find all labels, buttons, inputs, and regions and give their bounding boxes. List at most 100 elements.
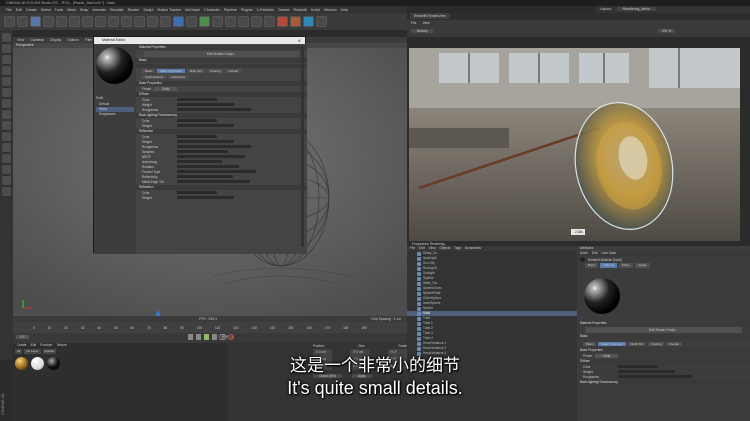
matmgr-tab[interactable]: All	[15, 349, 23, 354]
matmgr-menu-create[interactable]: Create	[17, 343, 27, 348]
objmgr-menu-file[interactable]: File	[410, 246, 415, 251]
render-picture-icon[interactable]	[147, 16, 158, 27]
model-mode-icon[interactable]	[2, 44, 11, 53]
snap-icon[interactable]	[2, 132, 11, 141]
attr-tab[interactable]: Basic	[585, 263, 599, 268]
attr-material-tab[interactable]: Multi (GI)	[627, 342, 647, 346]
polygons-mode-icon[interactable]	[2, 99, 11, 108]
refraction-slider[interactable]	[177, 191, 217, 194]
menu-item-create[interactable]: Create	[26, 8, 37, 12]
close-icon[interactable]: ✕	[298, 38, 301, 43]
soft-selection-icon[interactable]	[2, 187, 11, 196]
material-editor-channel[interactable]: Sunglasses	[96, 112, 134, 117]
diffuse-slider[interactable]	[177, 108, 251, 111]
menu-item-script[interactable]: Script	[311, 8, 320, 12]
reflection-slider[interactable]	[177, 135, 217, 138]
scale-icon[interactable]	[56, 16, 67, 27]
prev-frame-icon[interactable]	[196, 334, 201, 340]
select-icon[interactable]	[30, 16, 41, 27]
edges-mode-icon[interactable]	[2, 88, 11, 97]
attr-material-tab[interactable]: Base Properties	[598, 342, 626, 346]
reflection-slider[interactable]	[177, 150, 228, 153]
preset-select[interactable]: Solid	[154, 86, 178, 91]
back-lighting-slider[interactable]	[177, 119, 217, 122]
frame-start-field[interactable]: 0 F	[16, 335, 29, 339]
array-icon[interactable]	[212, 16, 223, 27]
texture-mode-icon[interactable]	[2, 55, 11, 64]
undo-icon[interactable]	[4, 16, 15, 27]
render-view-icon[interactable]	[134, 16, 145, 27]
menu-item-select[interactable]: Select	[41, 8, 51, 12]
attr-tab[interactable]: Editor	[619, 263, 633, 268]
make-editable-icon[interactable]	[2, 33, 11, 42]
menu-item-file[interactable]: File	[6, 8, 12, 12]
coordinate-system-icon[interactable]	[121, 16, 132, 27]
material-editor-scrollbar[interactable]	[301, 47, 304, 247]
pen-icon[interactable]	[186, 16, 197, 27]
layout-value[interactable]: Rendering_direct	[616, 7, 657, 11]
menu-item-mograph[interactable]: MoGraph	[185, 8, 200, 12]
grid-icon[interactable]	[2, 154, 11, 163]
z-axis-icon[interactable]	[108, 16, 119, 27]
attr-material-tab[interactable]: Basic	[583, 342, 597, 346]
attr-tab[interactable]: Material	[600, 263, 618, 268]
diffuse-slider[interactable]	[177, 103, 234, 106]
matmgr-menu-function[interactable]: Function	[40, 343, 52, 348]
attr-menu-edit[interactable]: Edit	[592, 251, 598, 256]
layout-selector[interactable]: Layout: Rendering_direct	[596, 6, 750, 13]
reflection-slider[interactable]	[177, 140, 234, 143]
x-axis-icon[interactable]	[82, 16, 93, 27]
menu-item-mesh[interactable]: Mesh	[67, 8, 76, 12]
material-subtab[interactable]: Optimizations	[142, 75, 167, 79]
frame-end-field[interactable]: 90 F	[218, 335, 233, 339]
axis-mode-icon[interactable]	[2, 110, 11, 119]
matmgr-menu-texture[interactable]: Texture	[56, 343, 66, 348]
menu-item-x-particles[interactable]: X-Particles	[257, 8, 274, 12]
menu-item-edit[interactable]: Edit	[16, 8, 22, 12]
menu-item-animate[interactable]: Animate	[92, 8, 105, 12]
floor-icon[interactable]	[238, 16, 249, 27]
menu-item-help[interactable]: Help	[341, 8, 348, 12]
reflection-slider[interactable]	[177, 155, 245, 158]
section-basic[interactable]: Basic	[136, 58, 307, 63]
rotate-icon[interactable]	[69, 16, 80, 27]
workplane-icon[interactable]	[2, 66, 11, 75]
octane-icon[interactable]	[303, 16, 314, 27]
zoom-select[interactable]: 100 %	[657, 29, 676, 33]
menu-item-simulate[interactable]: Simulate	[110, 8, 124, 12]
reflection-slider[interactable]	[177, 160, 222, 163]
menu-item-pipeline[interactable]: Pipeline	[224, 8, 237, 12]
play-icon[interactable]	[204, 334, 209, 340]
objmgr-menu-bookmarks[interactable]: Bookmarks	[465, 246, 481, 251]
menu-item-snap[interactable]: Snap	[80, 8, 88, 12]
next-frame-icon[interactable]	[212, 334, 217, 340]
diffuse-slider[interactable]	[177, 98, 217, 101]
material-tab[interactable]: Basic	[142, 69, 156, 73]
attr-menu-user-data[interactable]: User Data	[601, 251, 615, 256]
redshift-light-icon[interactable]	[290, 16, 301, 27]
sculpt-icon[interactable]	[2, 165, 11, 174]
menu-item-window[interactable]: Window	[324, 8, 337, 12]
objmgr-menu-tags[interactable]: Tags	[454, 246, 461, 251]
attr-tab[interactable]: Assign	[634, 263, 650, 268]
render-settings-icon[interactable]	[160, 16, 171, 27]
menu-item-sculpt[interactable]: Sculpt	[143, 8, 153, 12]
render-view-tab[interactable]: Redshift RenderView	[410, 13, 450, 19]
paint-icon[interactable]	[2, 176, 11, 185]
deformer-icon[interactable]	[225, 16, 236, 27]
back-lighting-slider[interactable]	[177, 124, 234, 127]
y-axis-icon[interactable]	[95, 16, 106, 27]
xp-icon[interactable]	[316, 16, 327, 27]
menu-item-redshift[interactable]: Redshift	[293, 8, 306, 12]
attr-menu-mode[interactable]: Mode	[580, 251, 588, 256]
menu-item-tools[interactable]: Tools	[55, 8, 63, 12]
material-tab[interactable]: Multi (GI)	[186, 69, 206, 73]
menu-item-octane[interactable]: Octane	[278, 8, 290, 12]
reflection-slider[interactable]	[177, 170, 256, 173]
go-start-icon[interactable]	[188, 334, 193, 340]
points-mode-icon[interactable]	[2, 77, 11, 86]
attr-section-basic[interactable]: Basic	[577, 334, 750, 339]
attr-material-tab[interactable]: Coating	[648, 342, 665, 346]
camera-icon[interactable]	[251, 16, 262, 27]
objmgr-menu-objects[interactable]: Objects	[440, 246, 451, 251]
